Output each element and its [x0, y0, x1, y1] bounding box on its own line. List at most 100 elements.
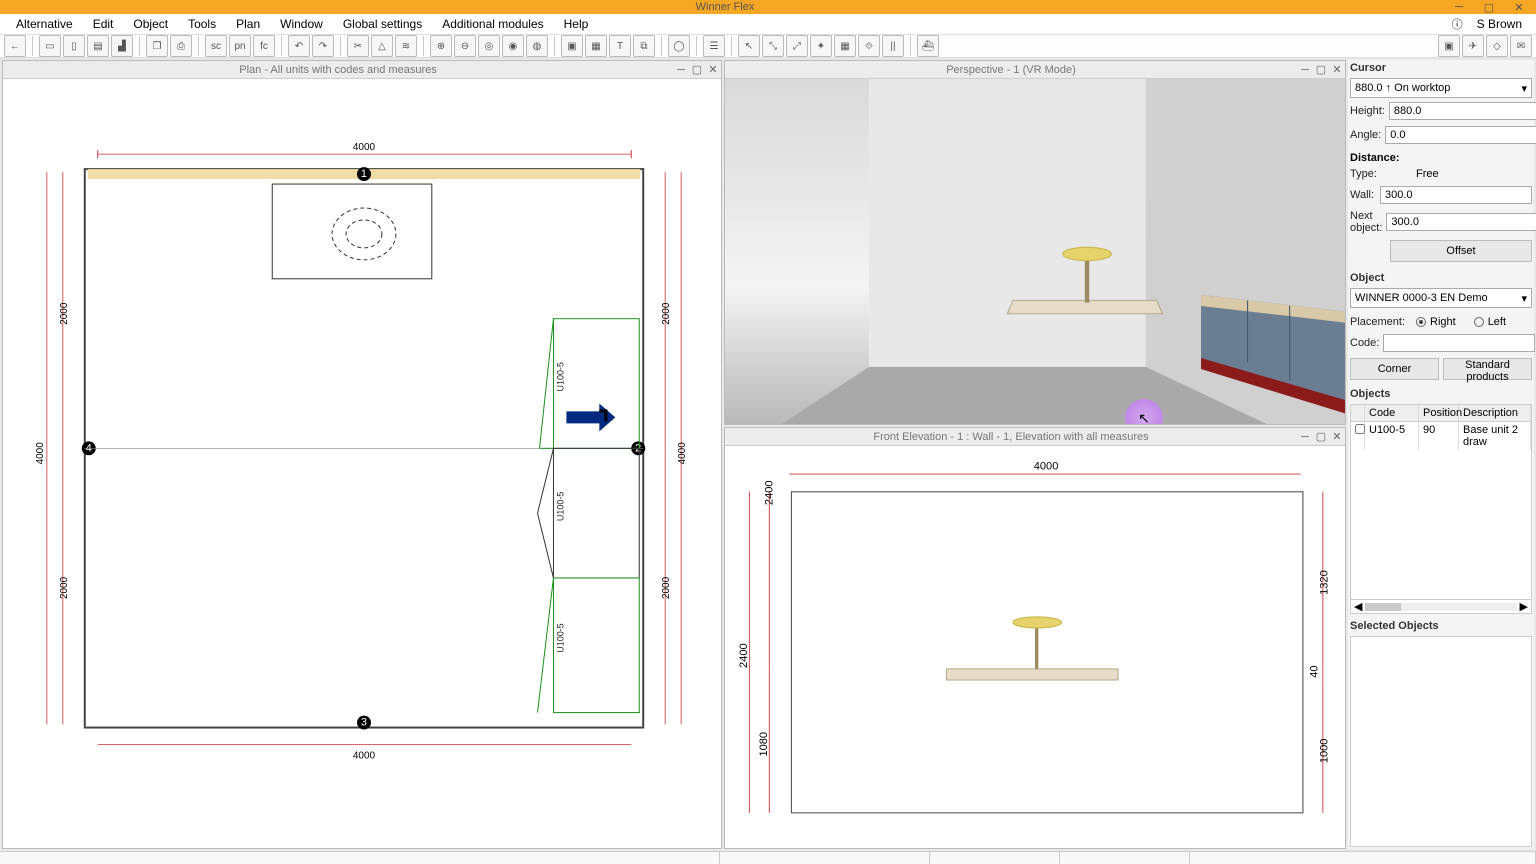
- horizontal-scrollbar[interactable]: [1365, 603, 1401, 611]
- menu-alternative[interactable]: Alternative: [6, 15, 83, 33]
- maximize-icon[interactable]: ▢: [1480, 0, 1498, 14]
- dim-bottom: 4000: [353, 750, 376, 761]
- persp-min-icon[interactable]: ─: [1297, 63, 1313, 77]
- menu-additional-modules[interactable]: Additional modules: [432, 15, 553, 33]
- selected-objects-list: [1350, 636, 1532, 846]
- fc-icon[interactable]: fc: [253, 35, 275, 57]
- height-input[interactable]: [1389, 102, 1536, 120]
- elevation-canvas[interactable]: 4000 2400 2400 1080 1320 40 1000: [725, 446, 1345, 848]
- wall-distance-input[interactable]: [1380, 186, 1532, 204]
- tool1-icon[interactable]: △: [371, 35, 393, 57]
- menu-tools[interactable]: Tools: [178, 15, 226, 33]
- unit-label-2: U100-5: [555, 492, 565, 521]
- elev-min-icon[interactable]: ─: [1297, 430, 1313, 444]
- minimize-icon[interactable]: ─: [1450, 0, 1468, 14]
- statusbar: [0, 851, 1536, 864]
- row-checkbox[interactable]: [1355, 424, 1365, 434]
- next-object-input[interactable]: [1386, 213, 1536, 231]
- zoom-fit-icon[interactable]: ◎: [478, 35, 500, 57]
- menu-help[interactable]: Help: [554, 15, 599, 33]
- redo-icon[interactable]: ↷: [312, 35, 334, 57]
- elevation-panel: Front Elevation - 1 : Wall - 1, Elevatio…: [724, 427, 1346, 849]
- view1-icon[interactable]: ▭: [39, 35, 61, 57]
- plan-max-icon[interactable]: ▢: [689, 63, 705, 77]
- circle-icon[interactable]: ◯: [668, 35, 690, 57]
- close-icon[interactable]: ✕: [1510, 0, 1528, 14]
- mail-icon[interactable]: ✉: [1510, 35, 1532, 57]
- tool2-icon[interactable]: ≋: [395, 35, 417, 57]
- undo-icon[interactable]: ↶: [288, 35, 310, 57]
- menu-object[interactable]: Object: [123, 15, 178, 33]
- unit-label-3: U100-5: [555, 623, 565, 652]
- offset-button[interactable]: Offset: [1390, 240, 1532, 262]
- chevron-down-icon: ▾: [1521, 82, 1527, 95]
- selected-objects-title: Selected Objects: [1350, 620, 1532, 632]
- grid-icon[interactable]: ▦: [834, 35, 856, 57]
- elev-dim-top: 4000: [1034, 461, 1059, 473]
- standard-products-button[interactable]: Standard products: [1443, 358, 1532, 380]
- elev-max-icon[interactable]: ▢: [1313, 430, 1329, 444]
- corner-button[interactable]: Corner: [1350, 358, 1439, 380]
- sc-icon[interactable]: sc: [205, 35, 227, 57]
- send-icon[interactable]: ✈: [1462, 35, 1484, 57]
- copy-icon[interactable]: ❐: [146, 35, 168, 57]
- ruler-icon[interactable]: ||: [882, 35, 904, 57]
- print-icon[interactable]: ⎙: [170, 35, 192, 57]
- dim-right-total: 4000: [677, 442, 688, 465]
- zoom-out-icon[interactable]: ⊖: [454, 35, 476, 57]
- objects-section-title: Objects: [1350, 388, 1532, 400]
- menubar: Alternative Edit Object Tools Plan Windo…: [0, 14, 1536, 35]
- perspective-panel: Perspective - 1 (VR Mode) ─ ▢ ✕: [724, 60, 1346, 425]
- help-icon[interactable]: ⓘ: [1446, 14, 1469, 34]
- layer2-icon[interactable]: ▦: [585, 35, 607, 57]
- zoom-all-icon[interactable]: ◉: [502, 35, 524, 57]
- placement-right-radio[interactable]: [1416, 317, 1426, 327]
- pn-icon[interactable]: pn: [229, 35, 251, 57]
- table-row[interactable]: U100-5 90 Base unit 2 draw: [1351, 422, 1531, 450]
- dim-left-top: 2000: [59, 302, 70, 325]
- scroll-right-icon[interactable]: ▶: [1517, 600, 1531, 613]
- distance-type: Free: [1416, 168, 1532, 180]
- list-icon[interactable]: ☰: [703, 35, 725, 57]
- persp-max-icon[interactable]: ▢: [1313, 63, 1329, 77]
- svg-text:1000: 1000: [1318, 739, 1330, 764]
- select-icon[interactable]: ↖: [738, 35, 760, 57]
- code-input[interactable]: [1383, 334, 1535, 352]
- layer1-icon[interactable]: ▣: [561, 35, 583, 57]
- globe-icon[interactable]: ◍: [526, 35, 548, 57]
- zoom-in-icon[interactable]: ⊕: [430, 35, 452, 57]
- text-icon[interactable]: T: [609, 35, 631, 57]
- menu-plan[interactable]: Plan: [226, 15, 270, 33]
- perspective-canvas[interactable]: 👣 ↖: [725, 79, 1345, 424]
- cut-icon[interactable]: ✂: [347, 35, 369, 57]
- dim-top: 4000: [353, 142, 376, 153]
- plan-canvas[interactable]: 4000 1 2 3 4: [3, 79, 721, 848]
- dim-left-total: 4000: [35, 442, 46, 465]
- move2-icon[interactable]: ⤢: [786, 35, 808, 57]
- user-name[interactable]: S Brown: [1469, 15, 1530, 33]
- view2-icon[interactable]: ▯: [63, 35, 85, 57]
- placement-left-radio[interactable]: [1474, 317, 1484, 327]
- elev-close-icon[interactable]: ✕: [1329, 430, 1345, 444]
- svg-text:1320: 1320: [1318, 570, 1330, 595]
- chart-icon[interactable]: ⧉: [633, 35, 655, 57]
- ship-icon[interactable]: ⛴: [917, 35, 939, 57]
- persp-close-icon[interactable]: ✕: [1329, 63, 1345, 77]
- move3-icon[interactable]: ✦: [810, 35, 832, 57]
- view3-icon[interactable]: ▤: [87, 35, 109, 57]
- back-icon[interactable]: ←: [4, 35, 26, 57]
- menu-window[interactable]: Window: [270, 15, 333, 33]
- view4-icon[interactable]: ▟: [111, 35, 133, 57]
- plan-min-icon[interactable]: ─: [673, 63, 689, 77]
- plan-close-icon[interactable]: ✕: [705, 63, 721, 77]
- menu-global-settings[interactable]: Global settings: [333, 15, 432, 33]
- menu-edit[interactable]: Edit: [83, 15, 124, 33]
- tag-icon[interactable]: ◇: [1486, 35, 1508, 57]
- camera-icon[interactable]: ▣: [1438, 35, 1460, 57]
- cursor-height-select[interactable]: 880.0 ↑ On worktop▾: [1350, 78, 1532, 98]
- move1-icon[interactable]: ⤡: [762, 35, 784, 57]
- angle-input[interactable]: [1385, 126, 1536, 144]
- scroll-left-icon[interactable]: ◀: [1351, 600, 1365, 613]
- object-catalogue-select[interactable]: WINNER 0000-3 EN Demo▾: [1350, 288, 1532, 308]
- align-icon[interactable]: ⟐: [858, 35, 880, 57]
